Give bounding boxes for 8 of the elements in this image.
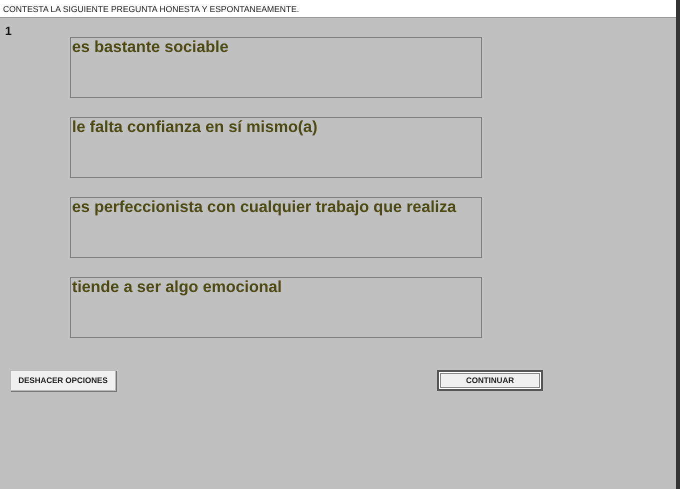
option-button[interactable]: es perfeccionista con cualquier trabajo que realiza [70, 197, 482, 258]
question-number: 1 [5, 24, 12, 38]
option-button[interactable]: tiende a ser algo emocional [70, 277, 482, 338]
option-button[interactable]: le falta confianza en sí mismo(a) [70, 117, 482, 178]
instruction-text: CONTESTA LA SIGUIENTE PREGUNTA HONESTA Y ESPONTANEAMENTE. [3, 4, 300, 14]
undo-button[interactable]: DESHACER OPCIONES [10, 370, 116, 391]
option-button[interactable]: es bastante sociable [70, 37, 482, 98]
continue-button[interactable]: CONTINUAR [437, 370, 543, 391]
